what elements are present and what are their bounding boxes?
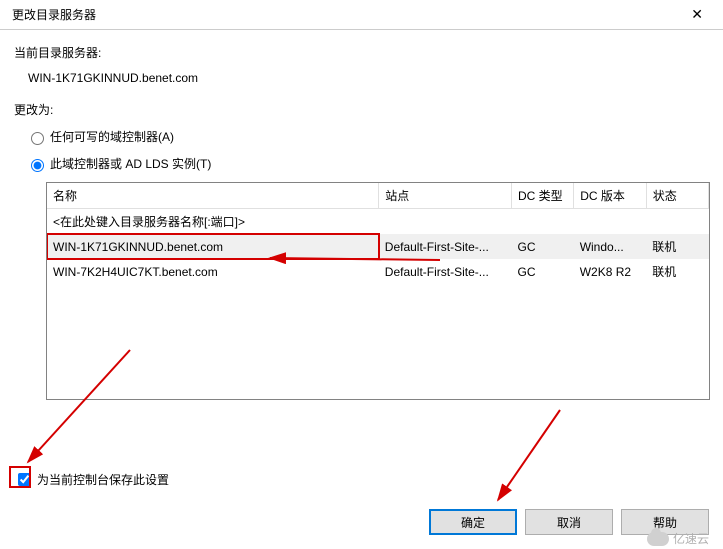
- help-button[interactable]: 帮助: [621, 509, 709, 535]
- cell-name: WIN-7K2H4UIC7KT.benet.com: [47, 259, 379, 284]
- cell-dctype: GC: [511, 259, 573, 284]
- cell-dcver: W2K8 R2: [574, 259, 647, 284]
- radio-any-writable-dc[interactable]: 任何可写的域控制器(A): [26, 128, 709, 145]
- cell-dctype: GC: [511, 234, 573, 259]
- header-dctype[interactable]: DC 类型: [511, 183, 573, 209]
- header-name[interactable]: 名称: [47, 183, 379, 209]
- radio-this-dc-or-lds[interactable]: 此域控制器或 AD LDS 实例(T): [26, 155, 709, 172]
- header-status[interactable]: 状态: [646, 183, 708, 209]
- save-setting-input[interactable]: [18, 473, 31, 486]
- radio-this-label: 此域控制器或 AD LDS 实例(T): [50, 155, 211, 172]
- dialog-content: 当前目录服务器: WIN-1K71GKINNUD.benet.com 更改为: …: [0, 30, 723, 400]
- table-row[interactable]: WIN-7K2H4UIC7KT.benet.com Default-First-…: [47, 259, 709, 284]
- radio-any-input[interactable]: [31, 132, 44, 145]
- cell-dcver: Windo...: [574, 234, 647, 259]
- change-to-label: 更改为:: [14, 101, 709, 118]
- table-header-row: 名称 站点 DC 类型 DC 版本 状态: [47, 183, 709, 209]
- table-row[interactable]: WIN-1K71GKINNUD.benet.com Default-First-…: [47, 234, 709, 259]
- header-site[interactable]: 站点: [379, 183, 512, 209]
- cell-status: 联机: [646, 259, 708, 284]
- radio-this-input[interactable]: [31, 159, 44, 172]
- dialog-buttons: 确定 取消 帮助: [429, 509, 709, 535]
- radio-any-label: 任何可写的域控制器(A): [50, 128, 174, 145]
- current-server-value: WIN-1K71GKINNUD.benet.com: [28, 71, 709, 85]
- server-name-input[interactable]: <在此处键入目录服务器名称[:端口]>: [47, 209, 709, 235]
- dc-table: 名称 站点 DC 类型 DC 版本 状态 <在此处键入目录服务器名称[:端口]>…: [47, 183, 709, 284]
- save-setting-label: 为当前控制台保存此设置: [37, 471, 169, 488]
- save-setting-checkbox[interactable]: 为当前控制台保存此设置: [14, 470, 169, 489]
- cell-status: 联机: [646, 234, 708, 259]
- dc-table-container: 名称 站点 DC 类型 DC 版本 状态 <在此处键入目录服务器名称[:端口]>…: [46, 182, 710, 400]
- cell-site: Default-First-Site-...: [379, 234, 512, 259]
- ok-button[interactable]: 确定: [429, 509, 517, 535]
- header-dcver[interactable]: DC 版本: [574, 183, 647, 209]
- window-title: 更改目录服务器: [12, 6, 96, 23]
- cell-site: Default-First-Site-...: [379, 259, 512, 284]
- cell-name: WIN-1K71GKINNUD.benet.com: [47, 234, 379, 259]
- close-icon[interactable]: ✕: [683, 2, 711, 27]
- input-row[interactable]: <在此处键入目录服务器名称[:端口]>: [47, 209, 709, 235]
- cancel-button[interactable]: 取消: [525, 509, 613, 535]
- current-server-label: 当前目录服务器:: [14, 44, 709, 61]
- title-bar: 更改目录服务器 ✕: [0, 0, 723, 30]
